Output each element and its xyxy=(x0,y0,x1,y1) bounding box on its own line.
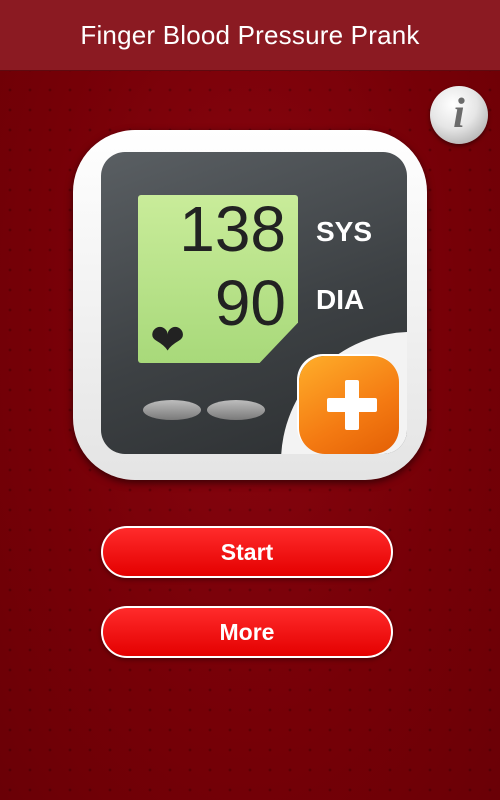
blood-pressure-monitor-logo: 138 90 ❤ SYS DIA xyxy=(73,130,427,480)
info-icon: i xyxy=(453,91,465,137)
sys-label: SYS xyxy=(316,216,373,247)
plus-icon xyxy=(299,356,399,454)
monitor-button-right xyxy=(207,400,265,420)
diastolic-value: 90 xyxy=(214,267,286,339)
start-button[interactable]: Start xyxy=(101,526,393,578)
systolic-value: 138 xyxy=(179,193,286,265)
app-title: Finger Blood Pressure Prank xyxy=(80,19,420,50)
dia-label: DIA xyxy=(316,284,365,315)
lcd-display: 138 90 ❤ xyxy=(138,195,298,363)
plus-vertical-bar xyxy=(345,380,359,430)
more-button[interactable]: More xyxy=(101,606,393,658)
app-header: Finger Blood Pressure Prank xyxy=(0,0,500,71)
monitor-button-left xyxy=(143,400,201,420)
info-button[interactable]: i xyxy=(430,86,488,144)
heart-icon: ❤ xyxy=(150,316,186,363)
